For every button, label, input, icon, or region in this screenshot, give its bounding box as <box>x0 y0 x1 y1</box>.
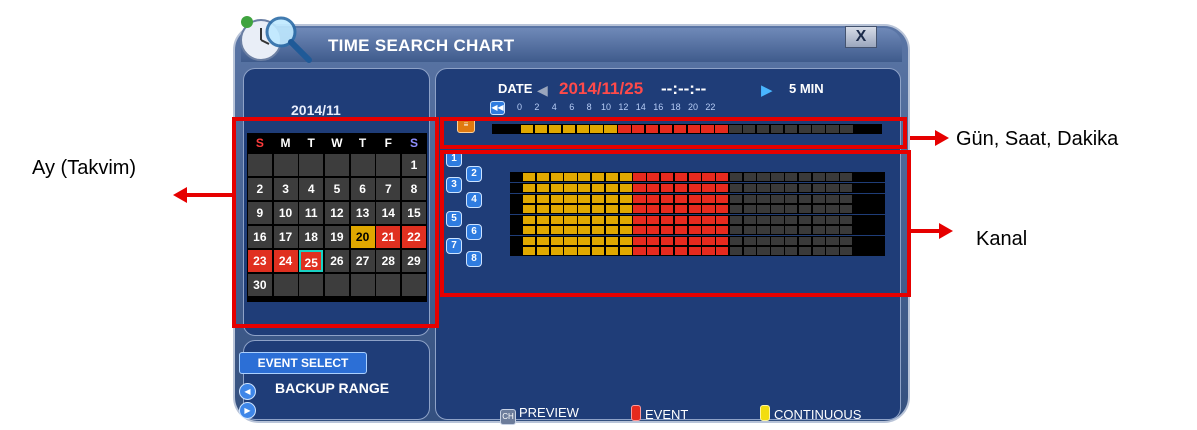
hour-tick-label: 0 <box>517 102 523 112</box>
calendar-highlight <box>232 117 439 328</box>
event-swatch <box>631 405 641 421</box>
interval-value: 5 MIN <box>789 81 824 96</box>
preview-icon: CH <box>500 409 516 425</box>
hour-tick-label: 16 <box>653 102 664 112</box>
legend-preview: CH PREVIEW <box>500 405 579 425</box>
legend-preview-label: PREVIEW <box>519 405 579 420</box>
hour-tick-label: 22 <box>705 102 716 112</box>
calendar-arrow-line <box>186 193 236 197</box>
legend-event-label: EVENT <box>645 407 689 422</box>
date-value: 2014/11/25 <box>559 79 644 98</box>
channel-annotation: Kanal <box>976 228 1028 250</box>
rewind-icon[interactable]: ◀◀ <box>490 101 505 115</box>
hour-scale: 0 2 4 6 8 10 12 14 16 18 20 22 <box>517 102 867 116</box>
timeline-annotation: Gün, Saat, Dakika <box>956 128 1119 150</box>
hour-tick-label: 4 <box>551 102 557 112</box>
legend-continuous: CONTINUOUS <box>760 405 861 422</box>
prev-date-icon[interactable]: ◀ <box>537 82 548 99</box>
hour-tick-label: 20 <box>688 102 699 112</box>
hour-tick-label: 8 <box>586 102 592 112</box>
calendar-arrow-head <box>173 187 187 203</box>
calendar-month: 2014/11 <box>291 102 341 118</box>
hour-tick-label: 2 <box>534 102 540 112</box>
window-title: TIME SEARCH CHART <box>328 36 515 55</box>
channel-highlight <box>440 150 911 297</box>
legend-continuous-label: CONTINUOUS <box>774 407 862 422</box>
next-date-icon[interactable]: ▶ <box>761 81 773 99</box>
timeline-arrow-head <box>935 130 949 146</box>
hour-tick-label: 10 <box>601 102 612 112</box>
hour-tick-label: 14 <box>635 102 646 112</box>
hour-tick-label: 6 <box>569 102 575 112</box>
backup-range-label: BACKUP RANGE <box>275 380 390 396</box>
channel-arrow-head <box>939 223 953 239</box>
hour-tick-label: 12 <box>618 102 629 112</box>
backup-range-buttons: ◀▶ <box>239 381 273 419</box>
timeline-highlight <box>440 117 907 149</box>
continuous-swatch <box>760 405 770 421</box>
calendar-annotation: Ay (Takvim) <box>32 157 137 179</box>
hour-tick-label: 18 <box>670 102 681 112</box>
clock-search-icon <box>240 16 312 63</box>
backup-start-icon[interactable]: ◀ <box>239 383 256 400</box>
time-value: --:--:-- <box>661 79 707 98</box>
event-select-button[interactable]: EVENT SELECT <box>239 352 367 374</box>
legend-event: EVENT <box>631 405 688 422</box>
close-button[interactable]: X <box>845 26 877 48</box>
backup-end-icon[interactable]: ▶ <box>239 402 256 419</box>
date-label: DATE <box>498 81 533 96</box>
